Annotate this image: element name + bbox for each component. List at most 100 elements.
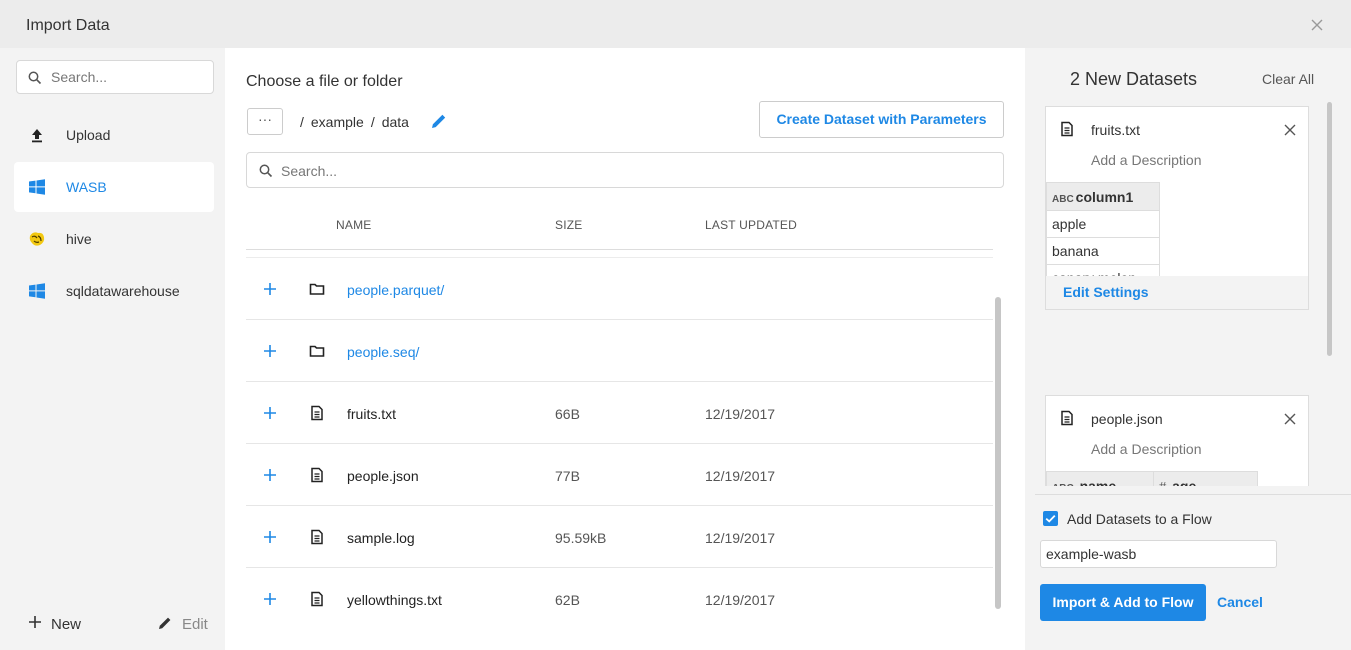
file-size: 95.59kB (555, 530, 607, 546)
column-name: name (1079, 477, 1117, 487)
search-icon (28, 71, 42, 85)
column-header-last-updated[interactable]: LAST UPDATED (705, 218, 797, 232)
add-to-flow-checkbox[interactable] (1043, 511, 1058, 526)
breadcrumb-item-data[interactable]: data (382, 114, 409, 130)
header-divider (246, 249, 993, 250)
sidebar-item-label: WASB (66, 179, 107, 195)
folder-icon (309, 345, 325, 357)
number-type-icon: # (1159, 478, 1167, 487)
close-icon[interactable] (1310, 18, 1324, 32)
file-icon (311, 591, 323, 607)
file-icon (311, 405, 323, 421)
add-dataset-icon[interactable] (263, 468, 277, 482)
flow-name-input[interactable] (1040, 540, 1277, 568)
file-search[interactable] (246, 152, 1004, 188)
column-name: column1 (1075, 188, 1134, 205)
dataset-description-input[interactable]: Add a Description (1091, 152, 1202, 168)
breadcrumb-item-example[interactable]: example (311, 114, 364, 130)
windows-icon (29, 179, 45, 195)
file-icon (311, 529, 323, 545)
add-dataset-icon[interactable] (263, 406, 277, 420)
add-to-flow-label: Add Datasets to a Flow (1067, 511, 1212, 527)
file-name[interactable]: people.parquet/ (347, 282, 444, 298)
more-path-button[interactable]: ··· (247, 108, 283, 135)
add-dataset-icon[interactable] (263, 282, 277, 296)
cancel-button[interactable]: Cancel (1217, 594, 1263, 610)
sidebar-item-label: Upload (66, 127, 111, 143)
sidebar-item-label: sqldatawarehouse (66, 283, 180, 299)
pencil-icon (159, 617, 171, 629)
table-row[interactable]: people.parquet/ (246, 258, 993, 320)
panel-divider (1035, 494, 1351, 495)
import-data-dialog: Import Data Upload WASB (0, 0, 1351, 650)
file-name[interactable]: people.seq/ (347, 344, 419, 360)
file-name: people.json (347, 468, 419, 484)
preview-column-header: # age (1153, 471, 1258, 487)
edit-path-icon[interactable] (430, 112, 448, 130)
new-datasets-panel: 2 New Datasets Clear All fruits.txt Add … (1025, 48, 1351, 650)
datasets-scrollbar[interactable] (1327, 102, 1332, 356)
sidebar-search-input[interactable] (51, 67, 207, 87)
column-header-size[interactable]: SIZE (555, 218, 582, 232)
title-bar: Import Data (0, 0, 1351, 48)
remove-dataset-icon[interactable] (1284, 413, 1296, 425)
sidebar-item-hive[interactable]: hive (14, 214, 214, 264)
hive-icon (29, 232, 45, 246)
file-date: 12/19/2017 (705, 530, 776, 546)
breadcrumb-separator: / (300, 114, 304, 130)
table-row[interactable]: sample.log 95.59kB 12/19/2017 (246, 506, 993, 568)
file-name: sample.log (347, 530, 415, 546)
sidebar-item-upload[interactable]: Upload (14, 110, 214, 160)
breadcrumb: / example / data (300, 114, 416, 130)
add-dataset-icon[interactable] (263, 344, 277, 358)
breadcrumb-separator: / (370, 114, 375, 130)
table-row[interactable]: fruits.txt 66B 12/19/2017 (246, 382, 993, 444)
table-row[interactable]: people.seq/ (246, 320, 993, 382)
windows-icon (29, 283, 45, 299)
sidebar-footer: New Edit (0, 604, 225, 650)
import-add-to-flow-button[interactable]: Import & Add to Flow (1040, 584, 1206, 621)
dataset-preview-table: ABC name # age (1046, 471, 1258, 486)
connections-sidebar: Upload WASB hive sqldatawarehouse (0, 48, 225, 650)
file-name: yellowthings.txt (347, 592, 442, 608)
file-icon (311, 467, 323, 483)
dataset-card: fruits.txt Add a Description ABC column1 … (1045, 106, 1309, 310)
edit-settings-button[interactable]: Edit Settings (1046, 276, 1308, 309)
preview-column-header: ABC name (1046, 471, 1154, 487)
dataset-name: fruits.txt (1091, 122, 1141, 138)
preview-column-header: ABC column1 (1046, 182, 1160, 211)
file-name: fruits.txt (347, 406, 397, 422)
remove-dataset-icon[interactable] (1284, 124, 1296, 136)
table-row[interactable]: yellowthings.txt 62B 12/19/2017 (246, 568, 993, 630)
upload-icon (32, 129, 42, 143)
file-date: 12/19/2017 (705, 406, 776, 422)
search-icon (259, 164, 273, 178)
sidebar-search[interactable] (16, 60, 214, 94)
dataset-card: people.json Add a Description ABC name #… (1045, 395, 1309, 486)
file-size: 62B (555, 592, 580, 608)
file-search-input[interactable] (281, 161, 981, 181)
column-header-name[interactable]: NAME (336, 218, 371, 232)
string-type-icon: ABC (1052, 483, 1074, 487)
datasets-title: 2 New Datasets (1070, 69, 1198, 89)
file-date: 12/19/2017 (705, 592, 776, 608)
dataset-description-input[interactable]: Add a Description (1091, 441, 1202, 457)
column-name: age (1172, 477, 1197, 487)
create-dataset-with-parameters-button[interactable]: Create Dataset with Parameters (759, 101, 1004, 138)
file-list-scrollbar[interactable] (995, 297, 1001, 609)
add-dataset-icon[interactable] (263, 530, 277, 544)
sidebar-item-wasb[interactable]: WASB (14, 162, 214, 212)
file-size: 77B (555, 468, 580, 484)
browser-heading: Choose a file or folder (246, 73, 403, 90)
edit-connections-button[interactable]: Edit (157, 614, 217, 636)
clear-all-button[interactable]: Clear All (1262, 71, 1314, 87)
preview-cell: apple (1046, 210, 1160, 238)
file-icon (1061, 121, 1073, 137)
file-browser: Choose a file or folder ··· / example / dat… (225, 48, 1025, 650)
string-type-icon: ABC (1052, 193, 1074, 205)
dataset-name: people.json (1091, 411, 1163, 427)
sidebar-item-sqldatawarehouse[interactable]: sqldatawarehouse (14, 266, 214, 316)
table-row[interactable]: people.json 77B 12/19/2017 (246, 444, 993, 506)
sidebar-item-label: hive (66, 231, 92, 247)
add-dataset-icon[interactable] (263, 592, 277, 606)
